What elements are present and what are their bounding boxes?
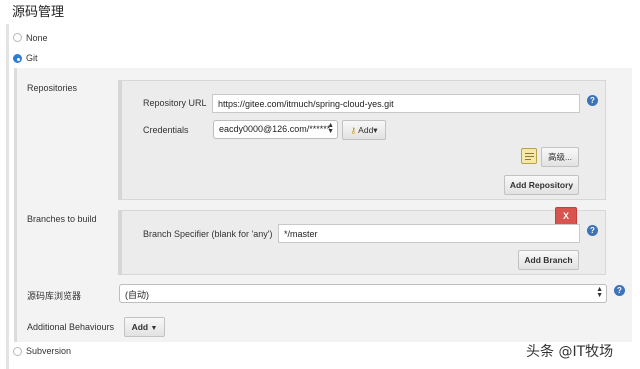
branches-label: Branches to build xyxy=(27,214,97,224)
select-arrows-icon: ▲ ▼ xyxy=(327,122,334,135)
repositories-label: Repositories xyxy=(27,83,78,93)
git-section-bar xyxy=(14,68,17,342)
browser-help-icon[interactable]: ? xyxy=(614,285,625,296)
notepad-icon xyxy=(521,148,537,164)
git-radio-circle[interactable] xyxy=(13,54,22,63)
none-radio-circle[interactable] xyxy=(13,33,22,42)
branch-specifier-help-icon[interactable]: ? xyxy=(587,225,598,236)
credentials-value: eacdy0000@126.com/****** xyxy=(219,124,331,134)
subversion-radio[interactable] xyxy=(13,347,23,357)
branch-specifier-input[interactable]: */master xyxy=(278,224,580,243)
none-radio[interactable] xyxy=(13,33,23,43)
left-border xyxy=(6,24,9,369)
none-radio-label[interactable]: None xyxy=(26,33,48,43)
add-credentials-button[interactable]: ⚷ Add▾ xyxy=(342,120,386,140)
repository-url-label: Repository URL xyxy=(143,98,207,108)
branch-specifier-label: Branch Specifier (blank for 'any') xyxy=(143,229,273,239)
browser-select[interactable]: (自动) ▲ ▼ xyxy=(119,284,607,303)
add-behaviour-button[interactable]: Add ▼ xyxy=(124,317,165,337)
repository-url-help-icon[interactable]: ? xyxy=(587,95,598,106)
subversion-radio-circle[interactable] xyxy=(13,347,22,356)
chevron-down-icon: ▼ xyxy=(150,325,158,332)
watermark: 头条 @IT牧场 xyxy=(526,344,614,360)
repository-url-input[interactable]: https://gitee.com/itmuch/spring-cloud-ye… xyxy=(212,94,580,113)
repositories-panel-bar xyxy=(118,80,122,200)
browser-value: (自动) xyxy=(125,290,149,300)
browser-label: 源码库浏览器 xyxy=(27,291,82,301)
git-radio-label[interactable]: Git xyxy=(26,53,38,63)
branches-panel-bar xyxy=(118,210,122,275)
add-credentials-caret-icon: ▾ xyxy=(373,125,378,135)
advanced-button[interactable]: 高级... xyxy=(541,147,579,167)
subversion-radio-label[interactable]: Subversion xyxy=(26,346,71,356)
browser-select-arrows-icon: ▲ ▼ xyxy=(596,286,603,299)
key-icon: ⚷ xyxy=(350,126,357,135)
behaviours-label: Additional Behaviours xyxy=(27,322,115,332)
credentials-select[interactable]: eacdy0000@126.com/****** ▲ ▼ xyxy=(213,120,338,139)
add-branch-button[interactable]: Add Branch xyxy=(518,250,579,270)
page-title: 源码管理 xyxy=(12,5,65,20)
git-radio[interactable] xyxy=(13,54,23,64)
add-repository-button[interactable]: Add Repository xyxy=(504,175,579,195)
add-behaviour-label: Add xyxy=(131,322,149,332)
add-credentials-label: Add xyxy=(358,125,374,135)
credentials-label: Credentials xyxy=(143,125,189,135)
